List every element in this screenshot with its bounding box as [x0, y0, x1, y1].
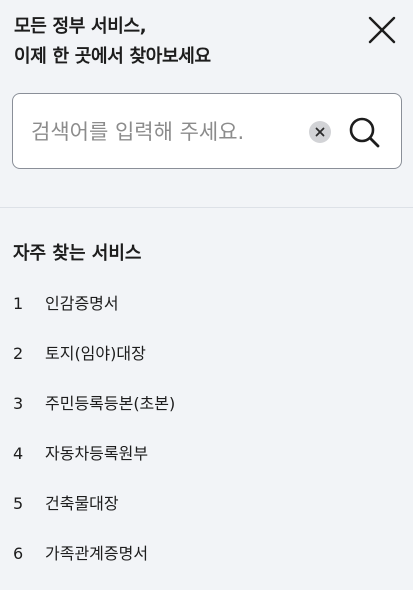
search-icon — [349, 117, 380, 148]
search-panel: 모든 정부 서비스, 이제 한 곳에서 찾아보세요 — [0, 0, 413, 207]
search-button[interactable] — [347, 115, 381, 149]
search-input[interactable] — [31, 114, 301, 150]
rank-number: 2 — [13, 344, 24, 363]
close-icon — [368, 16, 396, 44]
divider — [0, 207, 413, 208]
rank-number: 3 — [13, 394, 24, 413]
popular-services-title: 자주 찾는 서비스 — [13, 243, 142, 264]
service-link[interactable]: 건축물대장 — [45, 493, 119, 515]
service-link[interactable]: 인감증명서 — [45, 293, 119, 315]
service-link[interactable]: 자동차등록원부 — [45, 443, 148, 465]
service-link[interactable]: 토지(임야)대장 — [45, 343, 146, 365]
rank-number: 6 — [13, 544, 24, 563]
popular-service-item[interactable]: 3 주민등록등본(초본) — [0, 390, 413, 440]
search-box — [12, 93, 402, 169]
rank-number: 5 — [13, 494, 24, 513]
popular-service-item[interactable]: 6 가족관계증명서 — [0, 540, 413, 590]
popular-service-item[interactable]: 5 건축물대장 — [0, 490, 413, 540]
rank-number: 4 — [13, 444, 24, 463]
title-line-1: 모든 정부 서비스, — [14, 16, 147, 37]
close-button[interactable] — [366, 14, 398, 46]
rank-number: 1 — [13, 294, 24, 313]
popular-service-item[interactable]: 4 자동차등록원부 — [0, 440, 413, 490]
popular-service-item[interactable]: 2 토지(임야)대장 — [0, 340, 413, 390]
clear-button[interactable] — [309, 121, 331, 143]
popular-service-item[interactable]: 1 인감증명서 — [0, 290, 413, 340]
clear-icon — [315, 127, 325, 137]
page-title: 모든 정부 서비스, 이제 한 곳에서 찾아보세요 — [14, 12, 211, 72]
popular-services-list: 1 인감증명서 2 토지(임야)대장 3 주민등록등본(초본) 4 자동차등록원… — [0, 290, 413, 590]
title-line-2: 이제 한 곳에서 찾아보세요 — [14, 46, 211, 67]
service-link[interactable]: 가족관계증명서 — [45, 543, 148, 565]
service-link[interactable]: 주민등록등본(초본) — [45, 393, 175, 415]
